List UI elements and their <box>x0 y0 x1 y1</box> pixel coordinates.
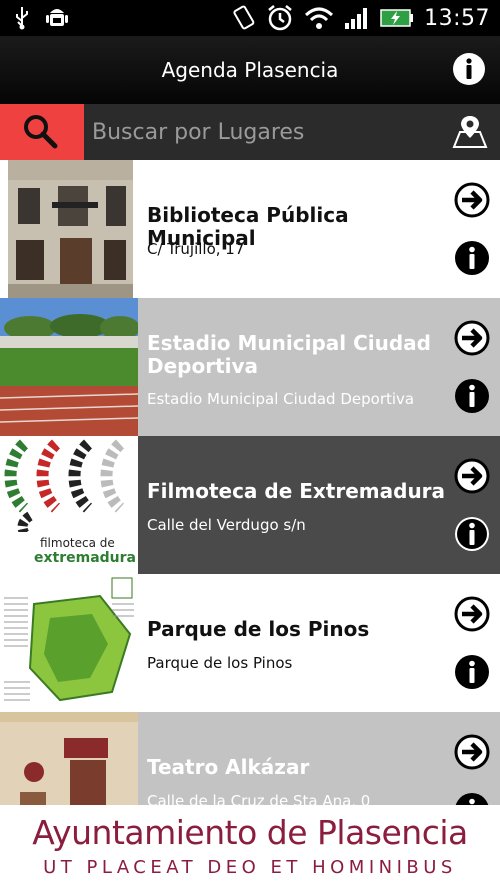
wifi-icon <box>305 7 334 29</box>
vibrate-icon <box>233 5 255 30</box>
place-title: Filmoteca de Extremadura <box>147 479 446 503</box>
go-button[interactable] <box>454 734 490 770</box>
list-item[interactable]: filmoteca de extremadura Filmoteca de Ex… <box>0 436 500 574</box>
info-icon <box>455 241 489 275</box>
place-info-button[interactable] <box>454 792 490 805</box>
arrow-right-icon <box>454 596 490 632</box>
place-title: Parque de los Pinos <box>147 617 370 641</box>
place-thumbnail: filmoteca de extremadura <box>0 436 138 574</box>
map-marker-icon <box>452 116 488 148</box>
place-address: C/ Trujillo, 17 <box>147 240 245 258</box>
place-info-button[interactable] <box>454 378 490 414</box>
info-icon <box>453 53 485 85</box>
signal-icon <box>345 8 368 29</box>
usb-icon <box>16 7 28 30</box>
app-title: Agenda Plasencia <box>161 58 339 82</box>
place-info-button[interactable] <box>454 516 490 552</box>
place-address: Calle de la Cruz de Sta Ana, 0 <box>147 792 371 805</box>
clock-time: 13:57 <box>424 5 490 31</box>
places-list: Biblioteca Pública Municipal C/ Trujillo… <box>0 160 500 805</box>
place-address: Estadio Municipal Ciudad Deportiva <box>147 390 415 408</box>
arrow-right-icon <box>454 182 490 218</box>
footer-motto: UT PLACEAT DEO ET HOMINIBUS <box>43 857 457 878</box>
go-button[interactable] <box>454 182 490 218</box>
footer-organization-name: Ayuntamiento de Plasencia <box>32 813 468 852</box>
arrow-right-icon <box>454 320 490 356</box>
place-address: Parque de los Pinos <box>147 654 293 672</box>
place-thumbnail <box>0 298 138 436</box>
search-icon <box>24 115 58 149</box>
filmoteca-logo-text-2: extremadura <box>34 550 136 566</box>
list-item[interactable]: Estadio Municipal Ciudad Deportiva Estad… <box>0 298 500 436</box>
filmoteca-logo-text-1: filmoteca de <box>40 536 115 550</box>
status-bar: 13:57 <box>0 0 500 36</box>
list-item[interactable]: Teatro Alkázar Calle de la Cruz de Sta A… <box>0 712 500 805</box>
search-input[interactable] <box>92 112 432 152</box>
place-info-button[interactable] <box>454 654 490 690</box>
arrow-right-icon <box>454 458 490 494</box>
search-button[interactable] <box>0 104 84 160</box>
android-debug-icon <box>46 9 68 26</box>
arrow-right-icon <box>454 734 490 770</box>
place-address: Calle del Verdugo s/n <box>147 516 306 534</box>
place-thumbnail <box>0 574 138 712</box>
info-icon <box>455 793 489 805</box>
title-bar: Agenda Plasencia <box>0 36 500 104</box>
place-title: Estadio Municipal Ciudad Deportiva <box>147 331 431 378</box>
list-item[interactable]: Biblioteca Pública Municipal C/ Trujillo… <box>0 160 500 298</box>
list-item[interactable]: Parque de los Pinos Parque de los Pinos <box>0 574 500 712</box>
info-button[interactable] <box>452 52 486 86</box>
place-info-button[interactable] <box>454 240 490 276</box>
battery-charging-icon <box>380 9 414 27</box>
map-button[interactable] <box>452 114 488 150</box>
go-button[interactable] <box>454 596 490 632</box>
footer-banner: Ayuntamiento de Plasencia UT PLACEAT DEO… <box>0 805 500 889</box>
info-icon <box>455 655 489 689</box>
place-title: Teatro Alkázar <box>147 755 310 779</box>
info-icon <box>455 379 489 413</box>
info-icon <box>455 517 489 551</box>
place-thumbnail <box>0 160 138 298</box>
go-button[interactable] <box>454 320 490 356</box>
alarm-icon <box>268 5 292 31</box>
place-thumbnail <box>0 712 138 805</box>
go-button[interactable] <box>454 458 490 494</box>
search-bar <box>0 104 500 160</box>
